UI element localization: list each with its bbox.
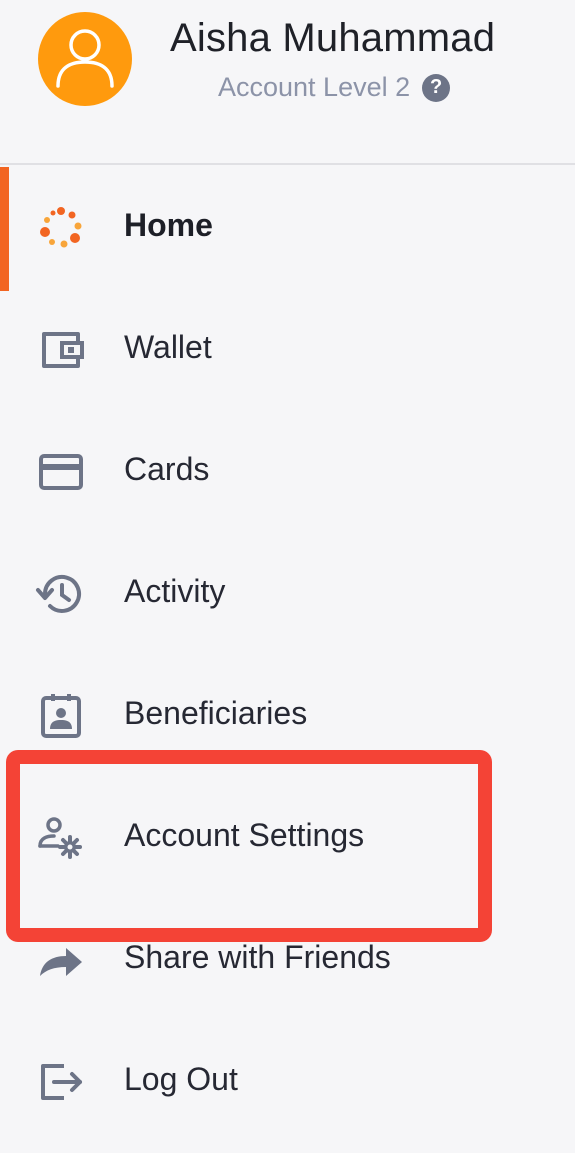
logout-icon <box>41 1064 82 1100</box>
menu-label-home: Home <box>124 207 213 243</box>
menu-item-cards[interactable]: Cards <box>0 411 575 533</box>
user-name: Aisha Muhammad <box>170 16 496 60</box>
menu-label-logout: Log Out <box>124 1061 238 1097</box>
share-icon <box>40 948 82 976</box>
user-settings-icon <box>38 817 82 859</box>
help-icon[interactable]: ? <box>422 73 451 102</box>
profile-header: Aisha Muhammad Account Level 2 ? <box>0 0 575 165</box>
menu-item-activity[interactable]: Activity <box>0 533 575 655</box>
avatar[interactable] <box>38 12 132 106</box>
user-avatar-icon <box>56 29 114 88</box>
menu-label-wallet: Wallet <box>124 329 212 365</box>
history-icon <box>36 574 81 613</box>
menu-item-logout[interactable]: Log Out <box>0 1021 575 1143</box>
account-level: Account Level 2 <box>218 72 411 102</box>
menu-item-account-settings[interactable]: Account Settings <box>0 777 575 899</box>
navigation-drawer: Aisha Muhammad Account Level 2 ? Home Wa… <box>0 0 575 1153</box>
menu-label-account-settings: Account Settings <box>124 817 365 853</box>
menu-item-share[interactable]: Share with Friends <box>0 899 575 1021</box>
menu-label-share: Share with Friends <box>124 939 391 975</box>
contact-badge-icon <box>41 694 81 738</box>
menu-item-beneficiaries[interactable]: Beneficiaries <box>0 655 575 777</box>
menu-label-cards: Cards <box>124 451 210 487</box>
menu-item-home[interactable]: Home <box>0 167 575 289</box>
menu-label-activity: Activity <box>124 573 226 609</box>
menu-item-wallet[interactable]: Wallet <box>0 289 575 411</box>
menu-label-beneficiaries: Beneficiaries <box>124 695 308 731</box>
card-icon <box>39 454 83 490</box>
home-dots-icon <box>40 207 82 248</box>
account-level-row: Account Level 2 ? <box>218 72 451 103</box>
wallet-icon <box>42 332 84 368</box>
